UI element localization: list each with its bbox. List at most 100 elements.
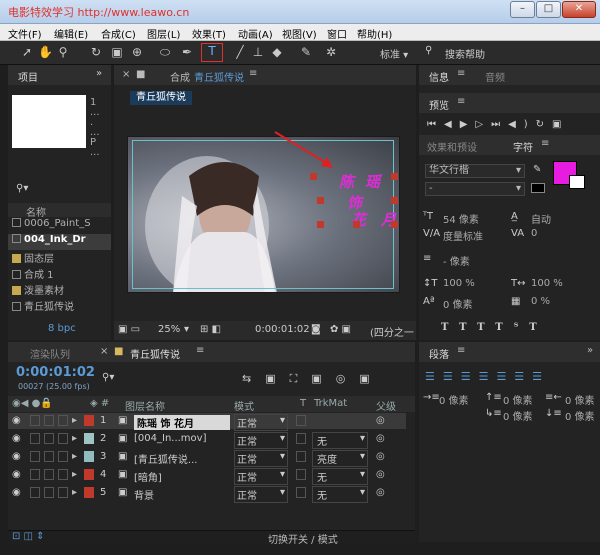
lock-switch[interactable]: [58, 469, 68, 480]
eraser-tool-icon[interactable]: ◆: [270, 45, 284, 60]
zoom-dropdown-icon[interactable]: ▾: [184, 324, 189, 335]
trkmat-select[interactable]: 无 ▾: [312, 468, 368, 485]
layer-name[interactable]: [暗角]: [134, 469, 230, 484]
composition-viewer[interactable]: 陈 瑶 饰 花 月: [127, 131, 400, 293]
workspace-selector[interactable]: 标准 ▾: [380, 46, 408, 61]
tab-preview[interactable]: 预览: [429, 97, 449, 112]
preserve-transparency-switch[interactable]: [296, 451, 306, 462]
toggle-switches-modes[interactable]: 切换开关 / 模式: [268, 531, 338, 546]
menu-layer[interactable]: 图层(L): [147, 26, 180, 41]
kerning-value[interactable]: 度量标准: [443, 228, 483, 243]
pan-behind-tool-icon[interactable]: ⊕: [130, 45, 144, 60]
list-item[interactable]: 固态层: [8, 250, 111, 266]
leading-value[interactable]: 自动: [531, 211, 551, 226]
playback-controls[interactable]: ⏮◀▶▷⏭◀)↻▣: [427, 119, 570, 130]
list-item[interactable]: 0006_Paint_S: [8, 218, 111, 234]
layer-handle[interactable]: [391, 173, 398, 180]
first-line-value[interactable]: 0 像素: [503, 408, 533, 423]
label-color-swatch[interactable]: [84, 487, 94, 498]
text-tool-icon[interactable]: T: [201, 43, 223, 62]
layer-handle[interactable]: [353, 221, 360, 228]
layer-name[interactable]: 陈瑶 饰 花月: [134, 415, 230, 430]
stroke-color-swatch[interactable]: [569, 175, 585, 189]
tracking-value[interactable]: 0: [531, 228, 537, 239]
trkmat-select[interactable]: 亮度 ▾: [312, 450, 368, 467]
audio-switch[interactable]: [30, 487, 40, 498]
font-size-value[interactable]: 54 像素: [443, 211, 479, 226]
list-item[interactable]: 青丘狐传说: [8, 298, 111, 314]
space-before-value[interactable]: 0 像素: [503, 392, 533, 407]
solo-switch[interactable]: [44, 487, 54, 498]
menu-view[interactable]: 视图(V): [282, 26, 317, 41]
label-color-swatch[interactable]: [84, 469, 94, 480]
layer-handle[interactable]: [317, 221, 324, 228]
font-family-select[interactable]: 华文行楷 ▾: [425, 164, 525, 178]
tab-timeline-comp[interactable]: 青丘狐传说: [130, 346, 180, 361]
mode-header[interactable]: 模式: [234, 398, 254, 413]
close-icon[interactable]: ×: [122, 69, 130, 80]
search-help-field[interactable]: 搜索帮助: [445, 46, 485, 61]
parent-pickwhip-icon[interactable]: ◎: [376, 451, 385, 462]
resolution-dropdown[interactable]: (四分之一: [370, 324, 416, 339]
roto-brush-tool-icon[interactable]: ✎: [299, 45, 313, 60]
menu-help[interactable]: 帮助(H): [357, 26, 392, 41]
layer-handle[interactable]: [391, 197, 398, 204]
menu-window[interactable]: 窗口: [327, 26, 347, 41]
font-style-select[interactable]: - ▾: [425, 182, 525, 196]
vertical-scale-value[interactable]: 100 %: [443, 278, 475, 289]
maximize-button[interactable]: □: [536, 1, 561, 18]
camera-tool-icon[interactable]: ▣: [110, 45, 124, 60]
t-header[interactable]: T: [300, 398, 306, 409]
ellipse-tool-icon[interactable]: ⬭: [158, 45, 172, 60]
table-row[interactable]: ◉ ▸ 1 ▣ 陈瑶 饰 花月 正常 ▾ ◎: [8, 413, 406, 431]
lock-switch[interactable]: [58, 415, 68, 426]
parent-header[interactable]: 父级: [376, 398, 396, 413]
rotate-tool-icon[interactable]: ↻: [89, 45, 103, 60]
pen-tool-icon[interactable]: ✒: [180, 45, 194, 60]
layer-handle[interactable]: [391, 221, 398, 228]
zoom-tool-icon[interactable]: ⚲: [56, 45, 70, 60]
panel-expand-icon[interactable]: »: [587, 345, 593, 356]
zoom-level[interactable]: 25%: [158, 324, 180, 335]
tab-render-queue[interactable]: 渲染队列: [30, 346, 70, 361]
panel-menu-icon[interactable]: ≡: [457, 96, 465, 107]
clone-stamp-tool-icon[interactable]: ⊥: [251, 45, 265, 60]
tab-info[interactable]: 信息: [429, 69, 449, 84]
hand-tool-icon[interactable]: ✋: [38, 45, 53, 60]
always-preview-icon[interactable]: ▣ ▭: [118, 324, 140, 335]
visibility-eye-icon[interactable]: ◉: [12, 487, 21, 498]
blend-mode-select[interactable]: 正常 ▾: [234, 450, 288, 467]
trkmat-select[interactable]: 无 ▾: [312, 432, 368, 449]
timeline-switches[interactable]: ⇆▣⛶▣◎▣: [242, 372, 384, 386]
visibility-eye-icon[interactable]: ◉: [12, 469, 21, 480]
blend-mode-select[interactable]: 正常 ▾: [234, 468, 288, 485]
label-color-swatch[interactable]: [84, 433, 94, 444]
current-time[interactable]: 0:00:01:02: [16, 365, 95, 380]
lock-icon[interactable]: ■: [136, 69, 145, 80]
visibility-eye-icon[interactable]: ◉: [12, 451, 21, 462]
channel-icon[interactable]: ✿ ▣: [330, 324, 351, 335]
solo-switch[interactable]: [44, 433, 54, 444]
parent-pickwhip-icon[interactable]: ◎: [376, 487, 385, 498]
breadcrumb[interactable]: 青丘狐传说: [130, 91, 192, 105]
stroke-width-value[interactable]: - 像素: [443, 253, 470, 268]
parent-pickwhip-icon[interactable]: ◎: [376, 415, 385, 426]
layer-name-header[interactable]: 图层名称: [125, 398, 165, 413]
brush-tool-icon[interactable]: ╱: [233, 45, 247, 60]
layer-handle[interactable]: [317, 197, 324, 204]
list-item[interactable]: 合成 1: [8, 266, 111, 282]
project-search-icon[interactable]: ⚲▾: [16, 183, 28, 194]
baseline-value[interactable]: 0 像素: [443, 296, 473, 311]
menu-animation[interactable]: 动画(A): [238, 26, 273, 41]
text-style-buttons[interactable]: TTTTᵀT: [441, 322, 548, 333]
menu-composition[interactable]: 合成(C): [101, 26, 136, 41]
menu-effect[interactable]: 效果(T): [192, 26, 226, 41]
expand-arrow-icon[interactable]: ▸: [72, 451, 77, 462]
table-row[interactable]: ◉ ▸ 2 ▣ [004_In...mov] 正常 ▾ 无 ▾ ◎: [8, 431, 406, 449]
solo-switch[interactable]: [44, 415, 54, 426]
close-icon[interactable]: ×: [100, 346, 108, 357]
trkmat-header[interactable]: TrkMat: [314, 398, 347, 409]
blend-mode-select[interactable]: 正常 ▾: [234, 432, 288, 449]
table-row[interactable]: ◉ ▸ 5 ▣ 背景 正常 ▾ 无 ▾ ◎: [8, 485, 406, 503]
panel-menu-icon[interactable]: ≡: [457, 68, 465, 79]
